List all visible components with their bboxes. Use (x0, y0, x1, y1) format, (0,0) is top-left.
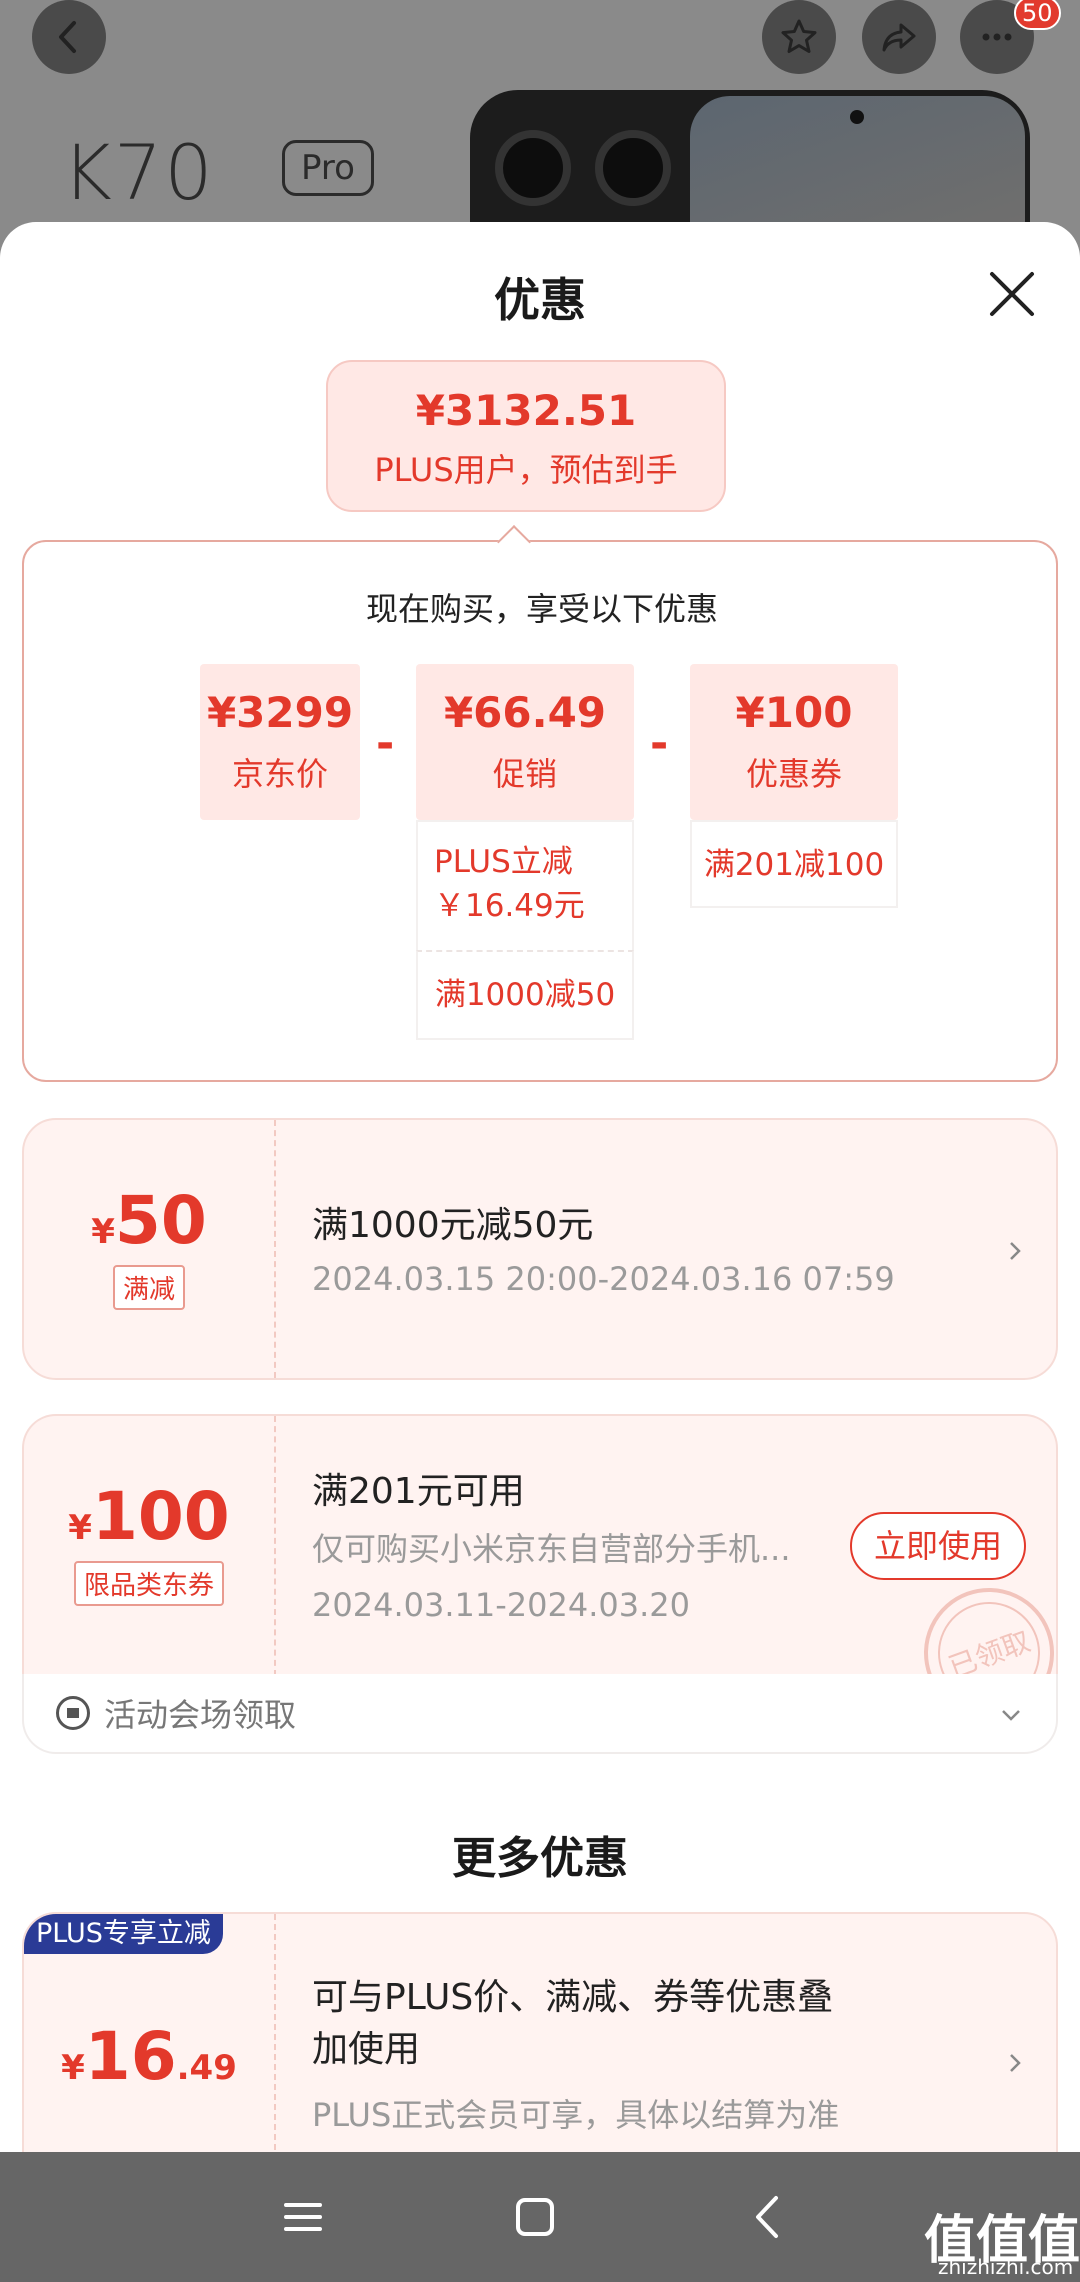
estimated-price-box: ¥3132.51 PLUS用户，预估到手 (326, 360, 726, 512)
share-arrow-icon (882, 23, 916, 52)
more-discounts-title: 更多优惠 (452, 1833, 628, 1884)
camera-lens (595, 130, 671, 206)
minus-sign: - (650, 718, 669, 769)
system-navigation-bar (0, 2152, 1080, 2282)
product-logo: K70 (62, 128, 215, 217)
amount-value: 50 (114, 1182, 207, 1259)
jd-price-value: ¥3299 (206, 688, 354, 737)
currency-symbol: ¥ (91, 1212, 115, 1252)
coupon-description: 仅可购买小米京东自营部分手机... (312, 1530, 791, 1568)
menu-icon[interactable] (276, 2190, 330, 2244)
product-logo-suffix: Pro (282, 140, 374, 196)
chevron-left-icon (59, 21, 76, 53)
favorite-button[interactable] (762, 0, 836, 74)
plus-card-description: PLUS正式会员可享，具体以结算为准 (312, 2096, 840, 2134)
camera-lens (495, 130, 571, 206)
back-icon[interactable] (742, 2190, 796, 2244)
coupon-type-tag: 满减 (112, 1265, 185, 1310)
promotion-box: ¥66.49 促销 (416, 664, 634, 820)
full-reduction-detail: 满1000减50 (416, 950, 634, 1040)
category-coupon: ¥100 限品类东券 满201元可用 仅可购买小米京东自营部分手机... 202… (22, 1414, 1058, 1676)
plus-card-title-line1: 可与PLUS价、满减、券等优惠叠 (312, 1977, 834, 2018)
estimated-price-label: PLUS用户，预估到手 (374, 451, 678, 489)
use-now-button[interactable]: 立即使用 (850, 1512, 1026, 1580)
chevron-right-icon (1010, 1242, 1021, 1260)
discount-sheet: 优惠 ¥3132.51 PLUS用户，预估到手 现在购买，享受以下优惠 ¥329… (0, 222, 1080, 2152)
plus-discount-detail: PLUS立减 ￥16.49元 (416, 820, 634, 952)
coupon-type-tag: 限品类东券 (73, 1561, 224, 1606)
price-breakdown: 现在购买，享受以下优惠 ¥3299 京东价 - ¥66.49 促销 - ¥100… (22, 540, 1058, 1082)
coupon-box: ¥100 优惠券 (690, 664, 898, 820)
sheet-title: 优惠 (494, 273, 586, 327)
coupon-amount: ¥16.49 (24, 2018, 274, 2095)
more-dots-icon (982, 33, 1012, 41)
plus-card-title-line2: 加使用 (312, 2029, 421, 2070)
coupon-amount: ¥100 (24, 1478, 274, 1555)
coupon-label: 优惠券 (745, 755, 842, 793)
coupon-source-label: 活动会场领取 (104, 1696, 297, 1734)
coupon-period: 2024.03.11-2024.03.20 (312, 1586, 690, 1624)
coupon-value: ¥100 (735, 688, 853, 737)
currency-symbol: ¥ (68, 1508, 92, 1548)
coupon-title: 满201元可用 (312, 1471, 525, 1512)
back-button[interactable] (32, 0, 106, 74)
coupon-title: 满1000元减50元 (312, 1205, 594, 1246)
estimated-price: ¥3132.51 (415, 386, 637, 435)
breakdown-title: 现在购买，享受以下优惠 (365, 590, 718, 628)
amount-value: 16 (84, 2018, 177, 2095)
jd-price-label: 京东价 (231, 755, 328, 793)
amount-decimal: .49 (176, 2048, 237, 2088)
plus-exclusive-badge: PLUS专享立减 (24, 1914, 223, 1954)
home-icon[interactable] (508, 2190, 562, 2244)
coupon-amount: ¥50 (24, 1182, 274, 1259)
claimed-stamp: 已领取 (905, 1569, 1056, 1676)
star-icon (781, 19, 817, 53)
front-camera (850, 110, 864, 124)
watermark-url: zhizhizhi.com (938, 2255, 1074, 2279)
coupon-detail: 满201减100 (690, 820, 898, 908)
ticket-icon (56, 1696, 90, 1730)
promotion-value: ¥66.49 (443, 688, 607, 737)
coupon-source-row[interactable]: 活动会场领取 (22, 1674, 1058, 1754)
chevron-right-icon (1010, 2054, 1021, 2072)
jd-price-box: ¥3299 京东价 (200, 664, 360, 820)
full-reduction-coupon[interactable]: ¥50 满减 满1000元减50元 2024.03.15 20:00-2024.… (22, 1118, 1058, 1380)
message-count-badge: 50 (1014, 0, 1061, 30)
currency-symbol: ¥ (61, 2048, 85, 2088)
minus-sign: - (376, 718, 395, 769)
close-icon[interactable] (984, 266, 1040, 322)
plus-discount-card[interactable]: ¥16.49 PLUS专享立减 可与PLUS价、满减、券等优惠叠 加使用 PLU… (22, 1912, 1058, 2152)
coupon-amount-area: ¥100 限品类东券 (24, 1416, 276, 1676)
coupon-amount-area: ¥50 满减 (24, 1120, 276, 1378)
promotion-label: 促销 (492, 755, 557, 793)
share-button[interactable] (862, 0, 936, 74)
coupon-period: 2024.03.15 20:00-2024.03.16 07:59 (312, 1260, 895, 1298)
chevron-down-icon (1002, 1710, 1020, 1721)
amount-value: 100 (91, 1478, 230, 1555)
